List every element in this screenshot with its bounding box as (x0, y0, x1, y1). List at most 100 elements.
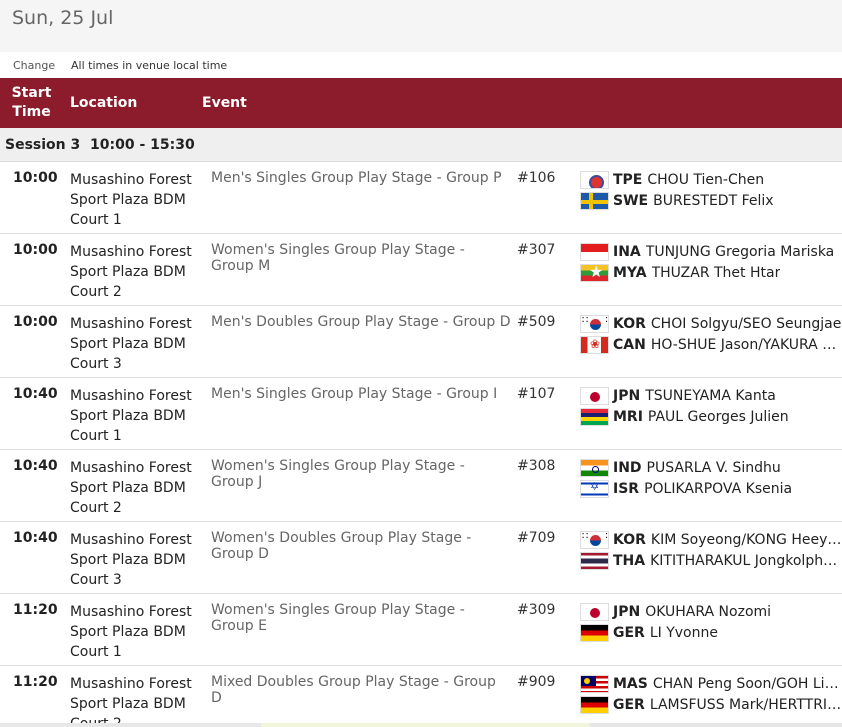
team-code: GER (613, 624, 645, 641)
team-code: IND (613, 459, 642, 476)
match-row[interactable]: 10:00 Musashino Forest Sport Plaza BDM Cour… (0, 162, 842, 234)
match-row[interactable]: 10:40 Musashino Forest Sport Plaza BDM Cour… (0, 450, 842, 522)
match-number: #509 (517, 314, 556, 330)
team-entry[interactable]: MYATHUZAR Thet Htar (580, 262, 842, 283)
team-entry[interactable]: CANHO-SHUE Jason/YAKURA Nyl (580, 334, 842, 355)
bottom-scroll-strip (0, 723, 842, 727)
match-teams: JPN OKUHARA Nozomi GER LI Yvonne (580, 601, 842, 643)
team-entry[interactable]: KORCHOI Solgyu/SEO Seungjae (580, 313, 842, 334)
team-name: HO-SHUE Jason/YAKURA Nyl (650, 336, 842, 353)
team-name: PAUL Georges Julien (647, 408, 789, 425)
timezone-row: Change All times in venue local time (0, 52, 842, 78)
team-entry[interactable]: SWE BURESTEDT Felix (580, 190, 842, 211)
location-line: Sport Plaza BDM (70, 264, 186, 280)
match-time: 11:20 (13, 674, 58, 690)
team-name: OKUHARA Nozomi (645, 603, 772, 620)
match-event[interactable]: Men's Singles Group Play Stage - Group I (211, 386, 511, 402)
match-number: #307 (517, 242, 556, 258)
location-line: Sport Plaza BDM (70, 192, 186, 208)
team-entry[interactable]: GER LI Yvonne (580, 622, 842, 643)
match-number: #309 (517, 602, 556, 618)
location-line: Sport Plaza BDM (70, 552, 186, 568)
team-entry[interactable]: IND PUSARLA V. Sindhu (580, 457, 842, 478)
team-name: KITITHARAKUL Jongkolphan/... (650, 552, 842, 569)
match-teams: MASCHAN Peng Soon/GOH Liu YingGERLAMSFUS… (580, 673, 842, 715)
match-number: #709 (517, 530, 556, 546)
jpn-flag-icon (580, 386, 609, 405)
team-code: CAN (613, 336, 646, 353)
team-code: JPN (613, 603, 641, 620)
team-name: THUZAR Thet Htar (651, 264, 781, 281)
match-event[interactable]: Mixed Doubles Group Play Stage - Group D (211, 674, 511, 706)
team-entry[interactable]: TPE CHOU Tien-Chen (580, 169, 842, 190)
location-line: Sport Plaza BDM (70, 336, 186, 352)
tha-flag-icon (580, 551, 609, 570)
team-code: MYA (613, 264, 647, 281)
match-number: #909 (517, 674, 556, 690)
team-entry[interactable]: INA TUNJUNG Gregoria Mariska (580, 241, 842, 262)
match-location: Musashino Forest Sport Plaza BDM Court 2 (70, 242, 195, 302)
change-timezone-link[interactable]: Change (13, 59, 71, 72)
match-event[interactable]: Men's Doubles Group Play Stage - Group D (211, 314, 511, 330)
ina-flag-icon (580, 242, 609, 261)
isr-flag-icon (580, 479, 609, 498)
location-line: Sport Plaza BDM (70, 408, 186, 424)
match-time: 10:00 (13, 314, 58, 330)
match-location: Musashino Forest Sport Plaza BDM Court 3 (70, 530, 195, 590)
swe-flag-icon (580, 191, 609, 210)
team-entry[interactable]: ISRPOLIKARPOVA Ksenia (580, 478, 842, 499)
team-code: SWE (613, 192, 649, 209)
match-number: #107 (517, 386, 556, 402)
location-line: Court 1 (70, 428, 122, 444)
match-event[interactable]: Women's Singles Group Play Stage - Group… (211, 602, 511, 634)
team-code: KOR (613, 315, 646, 332)
location-line: Musashino Forest (70, 244, 192, 260)
team-entry[interactable]: JPN OKUHARA Nozomi (580, 601, 842, 622)
match-row[interactable]: 10:40 Musashino Forest Sport Plaza BDM Cour… (0, 522, 842, 594)
team-entry[interactable]: MRI PAUL Georges Julien (580, 406, 842, 427)
location-line: Musashino Forest (70, 388, 192, 404)
header-event: Event (202, 95, 247, 111)
team-entry[interactable]: GERLAMSFUSS Mark/HERTTRICH I... (580, 694, 842, 715)
match-row[interactable]: 10:40 Musashino Forest Sport Plaza BDM Cour… (0, 378, 842, 450)
match-location: Musashino Forest Sport Plaza BDM Court 2 (70, 674, 195, 727)
ger-flag-icon (580, 623, 609, 642)
match-event[interactable]: Women's Singles Group Play Stage - Group… (211, 458, 511, 490)
team-code: KOR (613, 531, 646, 548)
match-teams: INATUNJUNG Gregoria MariskaMYATHUZAR The… (580, 241, 842, 283)
match-time: 10:40 (13, 458, 58, 474)
match-row[interactable]: 10:00 Musashino Forest Sport Plaza BDM Cour… (0, 234, 842, 306)
team-code: ISR (613, 480, 640, 497)
match-event[interactable]: Women's Doubles Group Play Stage - Group… (211, 530, 511, 562)
match-time: 11:20 (13, 602, 58, 618)
match-location: Musashino Forest Sport Plaza BDM Court 3 (70, 314, 195, 374)
team-code: GER (613, 696, 645, 713)
location-line: Court 3 (70, 572, 122, 588)
location-line: Court 2 (70, 284, 122, 300)
team-code: TPE (613, 171, 643, 188)
match-row[interactable]: 11:20 Musashino Forest Sport Plaza BDM Cour… (0, 594, 842, 666)
match-teams: KORCHOI Solgyu/SEO SeungjaeCANHO-SHUE Ja… (580, 313, 842, 355)
match-location: Musashino Forest Sport Plaza BDM Court 1 (70, 386, 195, 446)
location-line: Musashino Forest (70, 604, 192, 620)
can-flag-icon (580, 335, 609, 354)
ind-flag-icon (580, 458, 609, 477)
match-row[interactable]: 11:20 Musashino Forest Sport Plaza BDM Cour… (0, 666, 842, 727)
team-name: PUSARLA V. Sindhu (646, 459, 781, 476)
jpn-flag-icon (580, 602, 609, 621)
match-event[interactable]: Men's Singles Group Play Stage - Group P (211, 170, 511, 186)
location-line: Musashino Forest (70, 172, 192, 188)
team-entry[interactable]: KORKIM Soyeong/KONG Heeyong (580, 529, 842, 550)
date-heading: Sun, 25 Jul (0, 0, 842, 52)
session-label: Session 3 (5, 136, 81, 153)
team-entry[interactable]: JPN TSUNEYAMA Kanta (580, 385, 842, 406)
location-line: Court 3 (70, 356, 122, 372)
team-code: INA (613, 243, 641, 260)
tpe-flag-icon (580, 170, 609, 189)
team-entry[interactable]: MASCHAN Peng Soon/GOH Liu Ying (580, 673, 842, 694)
match-row[interactable]: 10:00 Musashino Forest Sport Plaza BDM Cour… (0, 306, 842, 378)
team-entry[interactable]: THA KITITHARAKUL Jongkolphan/... (580, 550, 842, 571)
schedule-header: Start Time Location Event (0, 78, 842, 128)
match-time: 10:40 (13, 530, 58, 546)
match-event[interactable]: Women's Singles Group Play Stage - Group… (211, 242, 511, 274)
